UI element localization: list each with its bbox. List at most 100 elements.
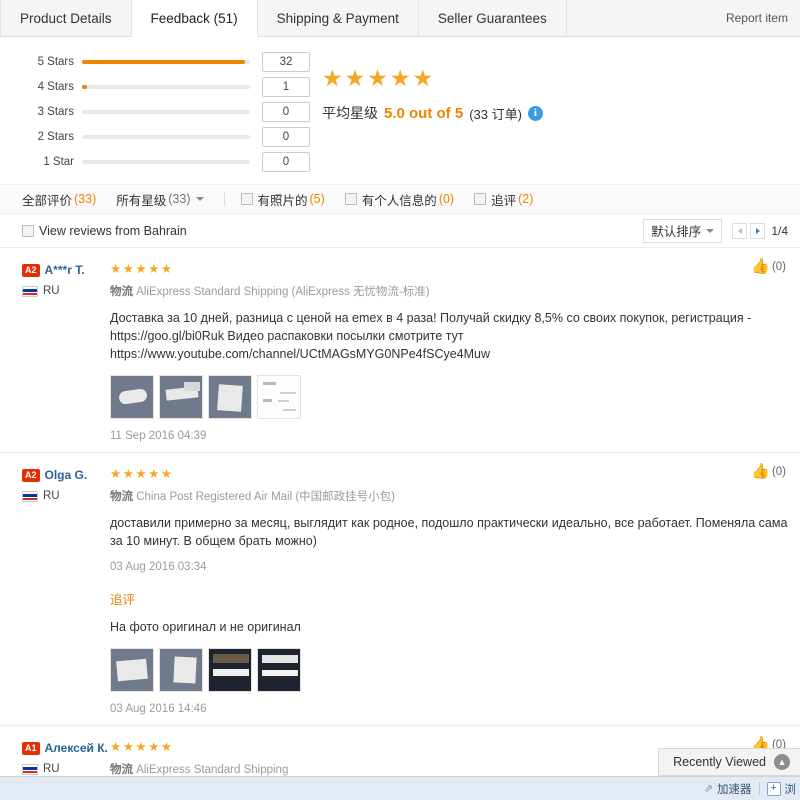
browser-tool-label: 浏 (784, 783, 797, 796)
logistics-label: 物流 (110, 286, 133, 298)
additional-review: 追评 На фото оригинал и не оригинал 03 Aug… (110, 589, 788, 715)
reviewer-name-row: A2 A***r T. (22, 263, 110, 277)
browser-tool-button[interactable]: + 浏 (766, 781, 797, 797)
review-text: доставили примерно за месяц, выглядит ка… (110, 516, 788, 548)
checkbox-icon[interactable] (22, 224, 34, 237)
prev-page-button[interactable] (732, 222, 748, 239)
accelerator-button[interactable]: ⇗ 加速器 (704, 781, 752, 797)
average-rating-value: 5.0 out of 5 (384, 104, 464, 122)
review-item: A2 A***r T. RU ★★★★★ 物流 AliExpress Stand… (0, 248, 800, 453)
filter-with-photos[interactable]: 有照片的 (5) (240, 190, 325, 209)
filter-count: (33) (74, 192, 97, 206)
rating-bar-count: 0 (262, 126, 310, 147)
chevron-up-icon[interactable]: ▲ (774, 754, 790, 770)
review-thumbnails (110, 375, 788, 419)
filter-label: 有个人信息的 (361, 193, 437, 208)
reviewer-username[interactable]: A***r T. (45, 263, 85, 277)
average-rating-block: ★★★★★ 平均星级 5.0 out of 5 (33 订单) i (310, 49, 543, 176)
report-item-link[interactable]: Report item (726, 0, 800, 36)
average-rating-label: 平均星级 (322, 105, 378, 121)
reviewer-username[interactable]: Алексей К. (45, 741, 108, 755)
review-thumbnail-document[interactable] (257, 375, 301, 419)
filter-all-stars[interactable]: 所有星级 (33) (116, 190, 204, 209)
reviewer-name-row: A2 Olga G. (22, 468, 110, 482)
rating-bar-label: 5 Stars (37, 55, 74, 68)
additional-review-text: На фото оригинал и не оригинал (110, 620, 301, 634)
rating-bar-fill (82, 59, 245, 64)
review-body: ★★★★★ 物流 China Post Registered Air Mail … (110, 467, 788, 715)
reviewer-username[interactable]: Olga G. (45, 468, 88, 482)
sort-dropdown[interactable]: 默认排序 (643, 218, 723, 243)
review-thumbnail[interactable] (159, 375, 203, 419)
review-like-count: (0) (771, 261, 786, 273)
reviewer-country: RU (22, 490, 110, 502)
review-thumbnail[interactable] (257, 648, 301, 692)
review-filter-bar: 全部评价 (33) 所有星级 (33) 有照片的 (5) 有个人信息的 (0) … (0, 184, 800, 214)
review-body: ★★★★★ 物流 AliExpress Standard Shipping (A… (110, 262, 788, 442)
checkbox-icon[interactable] (240, 193, 253, 205)
reviewer-level-badge: A2 (22, 263, 40, 277)
review-thumbnail[interactable] (159, 648, 203, 692)
flag-icon-ru (22, 490, 38, 502)
thumbs-up-icon: 👍 (751, 258, 770, 275)
tab-label: Product Details (20, 10, 112, 26)
review-date: 11 Sep 2016 04:39 (110, 430, 207, 442)
product-tab-bar: Product Details Feedback (51) Shipping &… (0, 0, 800, 37)
review-logistics: 物流 China Post Registered Air Mail (中国邮政挂… (110, 488, 788, 504)
filter-label: 全部评价 (22, 193, 73, 208)
average-rating-line: 平均星级 5.0 out of 5 (33 订单) i (322, 103, 543, 123)
filter-label: 有照片的 (257, 193, 308, 208)
tab-feedback[interactable]: Feedback (51) (131, 0, 258, 37)
rocket-icon: ⇗ (703, 783, 713, 795)
filter-additional-reviews[interactable]: 追评 (2) (474, 190, 533, 209)
tab-shipping-payment[interactable]: Shipping & Payment (257, 0, 419, 36)
rating-bars: 5 Stars 32 4 Stars 1 3 Stars 0 2 Stars 0… (0, 49, 310, 176)
next-page-button[interactable] (750, 222, 766, 239)
rating-bar-label: 3 Stars (37, 105, 74, 118)
view-reviews-from-country-label: View reviews from Bahrain (39, 223, 187, 238)
sort-and-pagination-row: View reviews from Bahrain 默认排序 1/4 (0, 214, 800, 248)
review-thumbnail[interactable] (110, 648, 154, 692)
tab-product-details[interactable]: Product Details (0, 0, 132, 36)
logistics-label: 物流 (110, 491, 133, 503)
filter-label: 追评 (491, 193, 517, 208)
filter-count: (33) (168, 192, 191, 206)
thumbs-up-icon: 👍 (751, 463, 770, 480)
review-like-button[interactable]: 👍 (0) (751, 463, 786, 480)
checkbox-icon[interactable] (344, 193, 357, 205)
rating-bar-track (82, 134, 250, 139)
logistics-label: 物流 (110, 764, 133, 776)
reviewer-info: A2 A***r T. RU (22, 262, 110, 442)
filter-count: (0) (438, 192, 455, 206)
country-code: RU (43, 490, 60, 502)
tab-label: Feedback (51) (150, 10, 238, 26)
rating-bar-count: 0 (262, 101, 310, 122)
review-item: A2 Olga G. RU ★★★★★ 物流 China Post Regist… (0, 453, 800, 726)
logistics-value: China Post Registered Air Mail (中国邮政挂号小包… (136, 491, 396, 503)
rating-bar-row: 4 Stars 1 (24, 76, 310, 97)
review-thumbnail[interactable] (208, 648, 252, 692)
filter-with-personal-info[interactable]: 有个人信息的 (0) (344, 190, 455, 209)
review-like-button[interactable]: 👍 (0) (751, 258, 786, 275)
tab-label: Seller Guarantees (437, 10, 547, 26)
orders-count: (33 订单) (469, 106, 522, 122)
rating-bar-count: 0 (262, 151, 310, 172)
additional-review-title: 追评 (110, 593, 136, 607)
rating-bar-label: 1 Star (43, 155, 74, 168)
recently-viewed-panel[interactable]: Recently Viewed ▲ (658, 748, 800, 776)
review-thumbnail[interactable] (208, 375, 252, 419)
country-code: RU (43, 285, 60, 297)
rating-bar-row: 5 Stars 32 (24, 51, 310, 72)
flag-icon-ru (22, 763, 38, 775)
divider (758, 782, 760, 795)
info-icon[interactable]: i (527, 105, 543, 121)
review-thumbnail[interactable] (110, 375, 154, 419)
checkbox-icon[interactable] (474, 193, 487, 205)
rating-bar-track (82, 159, 250, 164)
filter-all-reviews[interactable]: 全部评价 (33) (22, 190, 96, 209)
tab-seller-guarantees[interactable]: Seller Guarantees (418, 0, 567, 36)
additional-review-date: 03 Aug 2016 14:46 (110, 703, 207, 715)
view-reviews-from-country-checkbox[interactable]: View reviews from Bahrain (22, 224, 187, 238)
reviewer-info: A2 Olga G. RU (22, 467, 110, 715)
feedback-page: Product Details Feedback (51) Shipping &… (0, 0, 800, 800)
